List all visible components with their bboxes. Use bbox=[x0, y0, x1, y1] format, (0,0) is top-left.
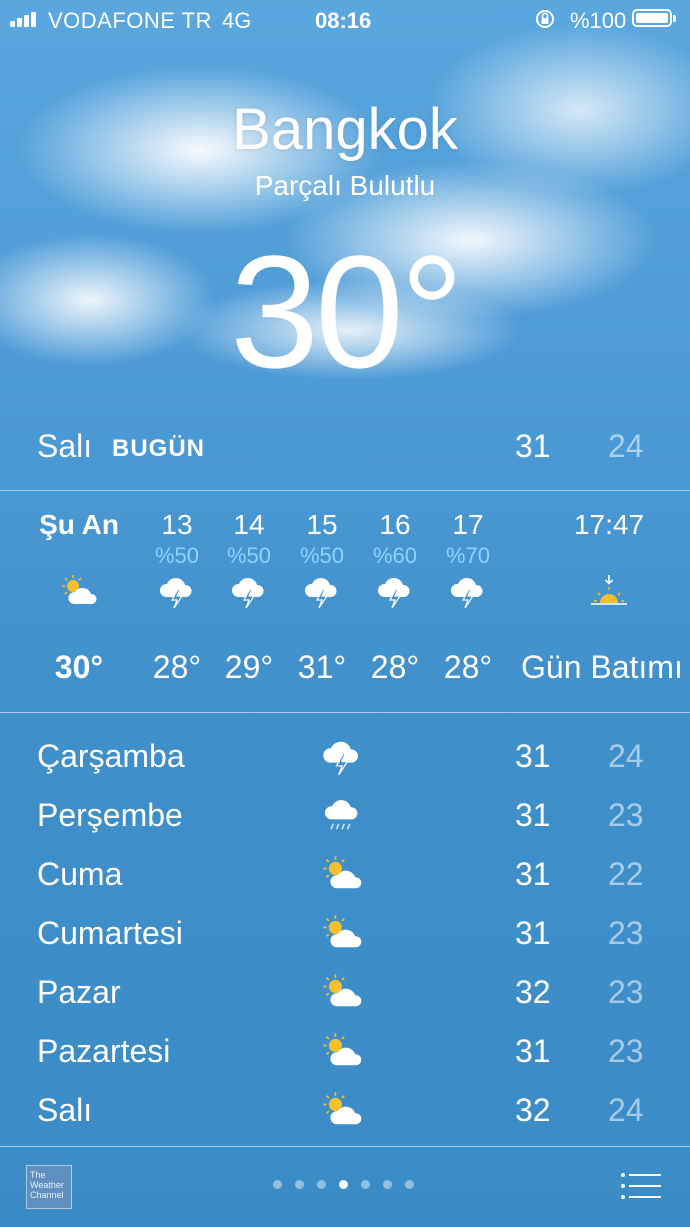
thunderstorm-icon bbox=[448, 573, 488, 609]
day-high: 32 bbox=[515, 1092, 551, 1128]
daily-row: Çarşamba 31 24 bbox=[0, 730, 690, 788]
page-dot[interactable] bbox=[273, 1180, 282, 1189]
city-list-icon[interactable] bbox=[620, 1171, 662, 1201]
daily-row: Pazartesi 31 23 bbox=[0, 1025, 690, 1083]
day-name: Pazar bbox=[37, 974, 121, 1010]
city-name: Bangkok bbox=[232, 97, 458, 162]
hour-label: Şu An bbox=[39, 509, 119, 540]
page-dot[interactable] bbox=[383, 1180, 392, 1189]
day-high: 32 bbox=[515, 974, 551, 1010]
sunset-icon bbox=[591, 575, 627, 605]
day-low: 24 bbox=[608, 738, 644, 774]
page-dot-active[interactable] bbox=[339, 1180, 348, 1189]
daily-forecast[interactable]: Çarşamba 31 24 Perşembe 31 23 Cuma 31 22… bbox=[0, 730, 690, 1140]
orientation-lock-icon bbox=[536, 10, 554, 28]
bottom-toolbar: The Weather Channel bbox=[0, 1147, 690, 1227]
partly-cloudy-icon bbox=[320, 913, 364, 953]
day-name: Çarşamba bbox=[37, 738, 185, 774]
hour-temp: 28° bbox=[443, 649, 493, 685]
sunset-time: 17:47 bbox=[573, 509, 645, 540]
day-name: Cuma bbox=[37, 856, 123, 892]
page-dot[interactable] bbox=[295, 1180, 304, 1189]
daily-row: Pazar 32 23 bbox=[0, 966, 690, 1024]
battery-percentage: %100 bbox=[570, 8, 627, 33]
day-name: Salı bbox=[37, 1092, 93, 1128]
current-temperature: 30° bbox=[230, 222, 464, 401]
today-tag: BUGÜN bbox=[112, 435, 205, 462]
day-name: Perşembe bbox=[37, 797, 183, 833]
hour-temp: 30° bbox=[54, 649, 104, 685]
battery-icon bbox=[632, 9, 676, 27]
thunderstorm-icon bbox=[302, 573, 342, 609]
partly-cloudy-icon bbox=[320, 972, 364, 1012]
rain-icon bbox=[324, 800, 358, 830]
day-low: 22 bbox=[608, 856, 644, 892]
partly-cloudy-icon bbox=[59, 573, 99, 609]
page-dot[interactable] bbox=[361, 1180, 370, 1189]
day-high: 31 bbox=[515, 856, 551, 892]
page-indicator[interactable] bbox=[273, 1180, 414, 1192]
today-day: Salı bbox=[37, 428, 93, 464]
day-low: 23 bbox=[608, 915, 644, 951]
hourly-forecast[interactable]: Şu An 30° 13 %50 28° 14 %50 29° 15 %50 3… bbox=[0, 491, 690, 711]
sunset-label: Gün Batımı bbox=[521, 649, 683, 685]
carrier-name: VODAFONE TR bbox=[48, 8, 213, 33]
day-name: Pazartesi bbox=[37, 1033, 171, 1069]
signal-strength-icon bbox=[10, 11, 42, 27]
partly-cloudy-icon bbox=[320, 1031, 364, 1071]
partly-cloudy-icon bbox=[320, 1090, 364, 1130]
day-high: 31 bbox=[515, 915, 551, 951]
day-low: 23 bbox=[608, 1033, 644, 1069]
page-dot[interactable] bbox=[405, 1180, 414, 1189]
today-low: 24 bbox=[608, 428, 644, 464]
today-row: Salı BUGÜN 31 24 bbox=[0, 418, 690, 490]
hour-label: 17 bbox=[452, 509, 484, 540]
page-dot[interactable] bbox=[317, 1180, 326, 1189]
day-high: 31 bbox=[515, 1033, 551, 1069]
partly-cloudy-icon bbox=[320, 854, 364, 894]
divider bbox=[0, 712, 690, 713]
day-high: 31 bbox=[515, 797, 551, 833]
status-bar: VODAFONE TR 4G 08:16 %100 bbox=[0, 0, 690, 38]
weather-condition: Parçalı Bulutlu bbox=[254, 170, 436, 201]
daily-row: Salı 32 24 bbox=[0, 1084, 690, 1142]
day-name: Cumartesi bbox=[37, 915, 183, 951]
thunderstorm-icon bbox=[229, 573, 269, 609]
today-high: 31 bbox=[515, 428, 551, 464]
status-time: 08:16 bbox=[315, 8, 372, 33]
precip-chance: %70 bbox=[445, 543, 491, 568]
network-type: 4G bbox=[222, 8, 252, 33]
daily-row: Perşembe 31 23 bbox=[0, 789, 690, 847]
thunderstorm-icon bbox=[375, 573, 415, 609]
day-low: 23 bbox=[608, 797, 644, 833]
thunderstorm-icon bbox=[320, 736, 364, 776]
thunderstorm-icon bbox=[157, 573, 197, 609]
day-high: 31 bbox=[515, 738, 551, 774]
daily-row: Cuma 31 22 bbox=[0, 848, 690, 906]
daily-row: Cumartesi 31 23 bbox=[0, 907, 690, 965]
day-low: 24 bbox=[608, 1092, 644, 1128]
weather-channel-logo[interactable]: The Weather Channel bbox=[26, 1165, 72, 1209]
day-low: 23 bbox=[608, 974, 644, 1010]
